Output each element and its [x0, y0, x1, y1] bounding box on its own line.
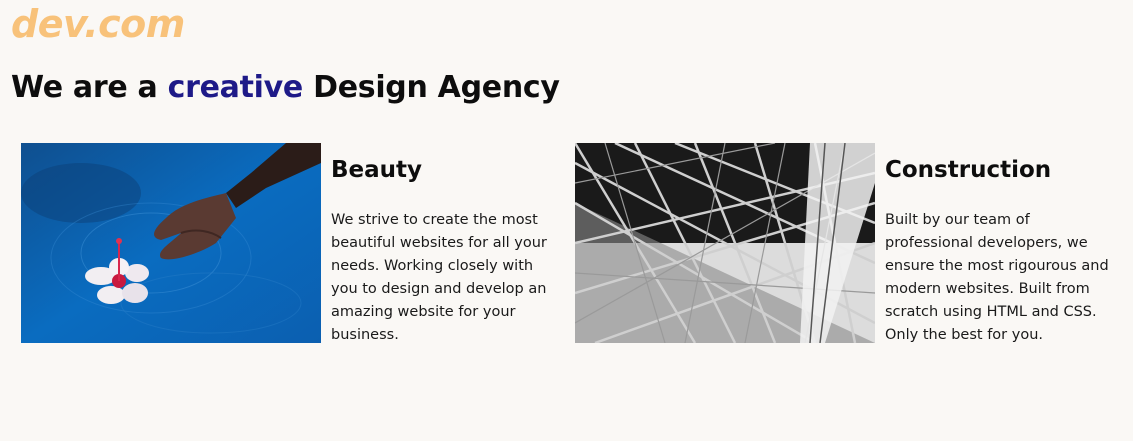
card-description: We strive to create the most beautiful w…	[331, 212, 547, 343]
hero-heading-prefix: We are a	[11, 70, 158, 105]
card-title: Beauty	[331, 157, 423, 183]
service-card-beauty: Beauty We strive to create the most beau…	[21, 143, 561, 343]
site-logo[interactable]: dev.com	[11, 2, 185, 46]
hero-heading-suffix: Design Agency	[313, 70, 560, 105]
card-description: Built by our team of professional develo…	[885, 212, 1109, 343]
hero-heading: We are a creative Design Agency	[11, 70, 560, 105]
service-card-construction: Construction Built by our team of profes…	[575, 143, 1115, 343]
card-title: Construction	[885, 157, 1052, 183]
hero-heading-accent: creative	[167, 70, 304, 105]
beauty-image	[21, 143, 321, 343]
construction-image	[575, 143, 875, 343]
